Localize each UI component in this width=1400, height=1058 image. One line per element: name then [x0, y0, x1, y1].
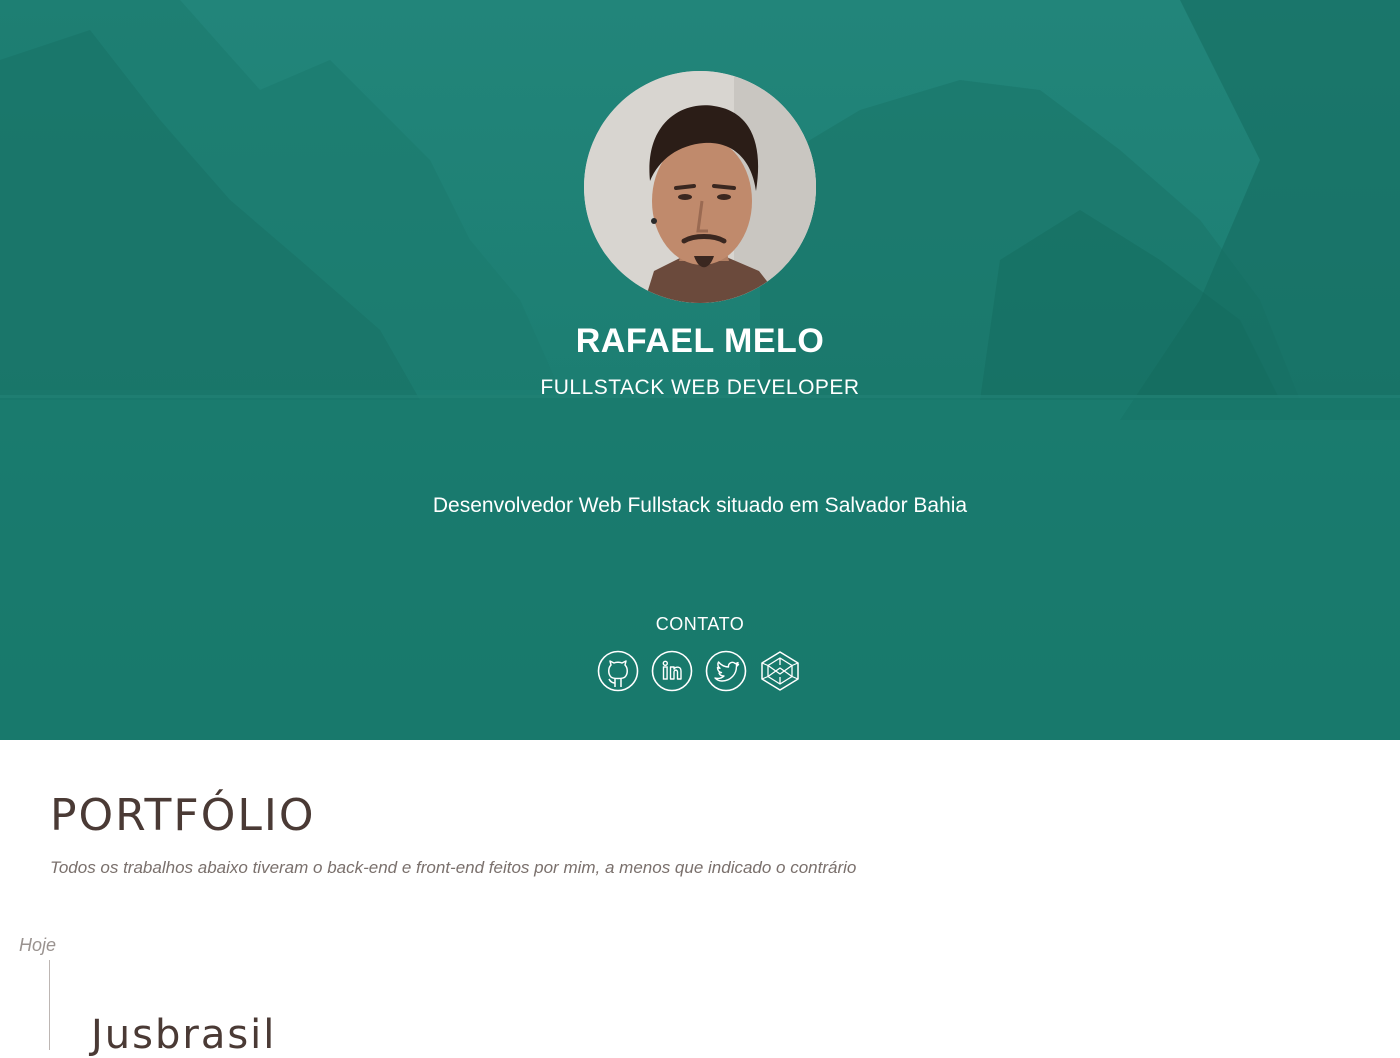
- linkedin-icon: [651, 650, 693, 692]
- github-icon: [597, 650, 639, 692]
- contact-label: CONTATO: [655, 614, 745, 634]
- codepen-link[interactable]: [759, 650, 801, 692]
- social-links: [597, 650, 801, 692]
- profile-photo: [584, 71, 816, 303]
- hero-section: RAFAEL MELO FULLSTACK WEB DEVELOPER Dese…: [0, 0, 1400, 740]
- twitter-link[interactable]: [705, 650, 747, 692]
- twitter-icon: [705, 650, 747, 692]
- profile-role: FULLSTACK WEB DEVELOPER: [540, 376, 860, 399]
- portfolio-title: PORTFÓLIO: [50, 790, 316, 841]
- codepen-icon: [761, 651, 799, 691]
- timeline-label: Hoje: [19, 935, 57, 955]
- project-title: Jusbrasil: [91, 1012, 277, 1058]
- linkedin-link[interactable]: [651, 650, 693, 692]
- github-link[interactable]: [597, 650, 639, 692]
- timeline-line: [49, 960, 50, 1050]
- profile-description: Desenvolvedor Web Fullstack situado em S…: [432, 494, 968, 517]
- profile-name: RAFAEL MELO: [575, 322, 825, 360]
- portfolio-subtitle: Todos os trabalhos abaixo tiveram o back…: [50, 858, 857, 877]
- profile-avatar: [584, 71, 816, 303]
